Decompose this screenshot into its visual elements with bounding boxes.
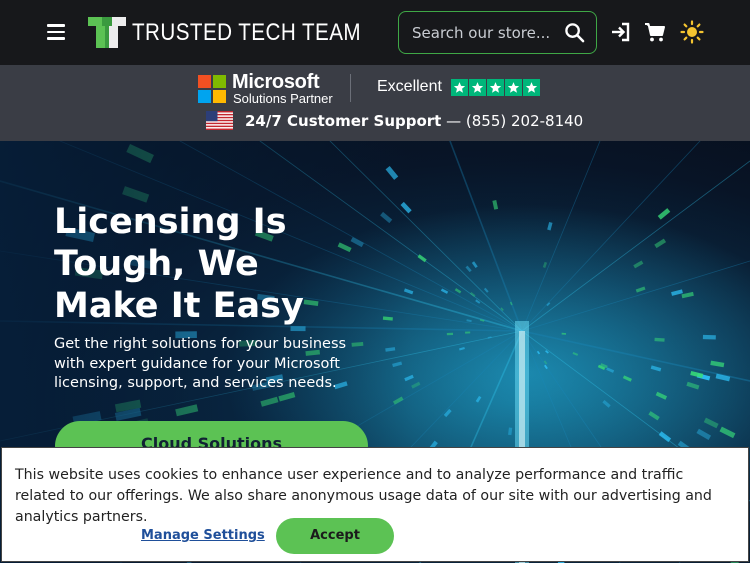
- divider: [350, 74, 351, 102]
- hero-title: Licensing Is Tough, We Make It Easy: [54, 202, 304, 326]
- support-separator: —: [441, 112, 466, 130]
- sun-icon[interactable]: [680, 20, 704, 44]
- cart-icon[interactable]: [643, 20, 667, 44]
- rating-label[interactable]: Excellent: [377, 78, 442, 96]
- us-flag-icon: [206, 111, 233, 130]
- support-hours-label: 24/7 Customer Support: [245, 112, 442, 130]
- star-icon: [523, 79, 540, 96]
- trustpilot-stars[interactable]: [451, 79, 540, 96]
- cookie-banner: This website uses cookies to enhance use…: [1, 447, 749, 562]
- menu-icon[interactable]: [47, 24, 65, 40]
- brand-name[interactable]: TRUSTED TECH TEAM: [132, 19, 361, 47]
- sign-in-icon[interactable]: [609, 20, 633, 44]
- microsoft-logo-icon: [198, 75, 226, 103]
- manage-settings-link[interactable]: Manage Settings: [141, 528, 265, 543]
- star-icon: [487, 79, 504, 96]
- solutions-partner-label: Solutions Partner: [233, 91, 333, 106]
- site-header: TRUSTED TECH TEAM: [0, 0, 750, 65]
- brand-logo-icon[interactable]: [88, 17, 126, 48]
- support-phone[interactable]: (855) 202-8140: [466, 112, 583, 130]
- accept-button[interactable]: Accept: [276, 518, 394, 554]
- star-icon: [469, 79, 486, 96]
- partner-strip: Microsoft Solutions Partner Excellent 24…: [0, 65, 750, 141]
- search-icon[interactable]: [564, 22, 585, 43]
- hero-subtitle: Get the right solutions for your busines…: [54, 336, 347, 391]
- star-icon: [451, 79, 468, 96]
- customer-support-line[interactable]: 24/7 Customer Support — (855) 202-8140: [245, 112, 583, 130]
- search-box: [398, 11, 597, 54]
- search-input[interactable]: [412, 22, 552, 44]
- star-icon: [505, 79, 522, 96]
